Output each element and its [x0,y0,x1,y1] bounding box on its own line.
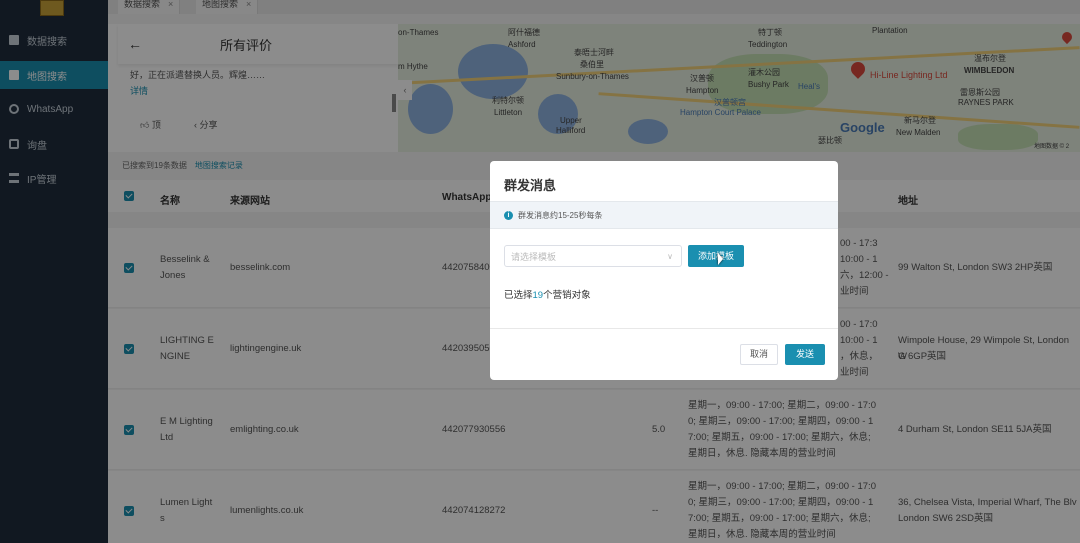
selected-count-text: 已选择19个营销对象 [504,287,591,301]
info-icon: i [504,210,513,220]
selected-suffix: 个营销对象 [543,290,591,301]
template-select[interactable]: 请选择模板 ∨ [504,245,682,267]
chevron-down-icon: ∨ [667,251,673,261]
mouse-cursor-icon [718,253,723,265]
selected-count: 19 [532,290,544,301]
selected-prefix: 已选择 [504,290,533,301]
send-button[interactable]: 发送 [785,344,825,365]
template-placeholder: 请选择模板 [511,251,557,262]
cancel-button[interactable]: 取消 [740,344,778,365]
notice-bar: i 群发消息约15-25秒每条 [490,201,838,229]
add-template-button[interactable]: 添加模板 [688,245,744,267]
notice-text: 群发消息约15-25秒每条 [518,210,603,220]
divider [490,328,838,329]
bulk-message-dialog: 群发消息 i 群发消息约15-25秒每条 请选择模板 ∨ 添加模板 已选择19个… [490,161,838,380]
dialog-title: 群发消息 [504,178,557,193]
